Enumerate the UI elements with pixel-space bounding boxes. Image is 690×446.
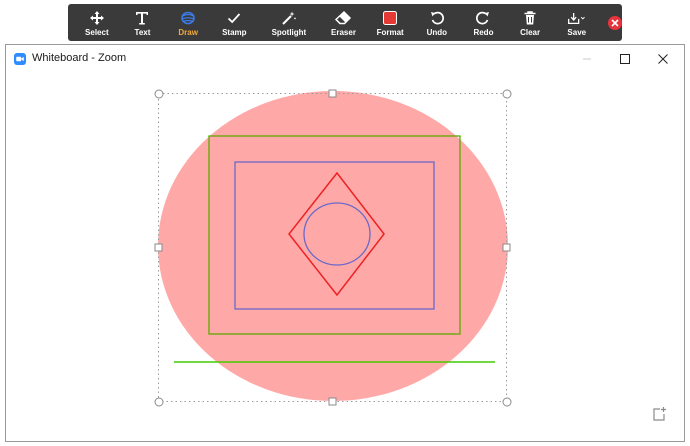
- large-pink-ellipse[interactable]: [158, 91, 508, 401]
- color-swatch-icon: [380, 9, 400, 27]
- window-close-icon: [658, 54, 668, 64]
- eraser-icon: [333, 9, 353, 27]
- magic-wand-icon: [279, 9, 299, 27]
- save-download-icon: [567, 9, 587, 27]
- eraser-tool-button[interactable]: Eraser: [320, 4, 367, 41]
- text-tool-label: Text: [134, 28, 151, 37]
- move-arrows-icon: [87, 9, 107, 27]
- resize-handle-top[interactable]: [328, 89, 337, 98]
- zoom-camera-icon: [14, 52, 26, 65]
- maximize-icon: [620, 54, 630, 64]
- window-close-button[interactable]: [644, 45, 682, 73]
- text-tool-button[interactable]: Text: [120, 4, 166, 41]
- draw-tool-label: Draw: [178, 28, 198, 37]
- maximize-button[interactable]: [606, 45, 644, 73]
- close-icon: [611, 18, 619, 27]
- rotate-handle-bottom-right[interactable]: [502, 397, 512, 407]
- save-label: Save: [567, 28, 587, 37]
- rotate-handle-bottom-left[interactable]: [154, 397, 164, 407]
- resize-handle-bottom[interactable]: [328, 397, 337, 406]
- close-annotation-button[interactable]: [608, 15, 622, 30]
- undo-label: Undo: [426, 28, 448, 37]
- text-t-icon: [132, 9, 152, 27]
- undo-button[interactable]: Undo: [413, 4, 460, 41]
- draw-tool-button[interactable]: Draw: [165, 4, 211, 41]
- whiteboard-window: Whiteboard - Zoom: [5, 44, 685, 442]
- new-whiteboard-icon[interactable]: [651, 406, 667, 422]
- clear-label: Clear: [520, 28, 541, 37]
- resize-handle-left[interactable]: [154, 243, 163, 252]
- redo-label: Redo: [473, 28, 494, 37]
- undo-icon: [427, 9, 447, 27]
- redo-icon: [473, 9, 493, 27]
- whiteboard-canvas[interactable]: [6, 73, 684, 441]
- save-button[interactable]: Save: [553, 4, 600, 41]
- stamp-tool-label: Stamp: [222, 28, 247, 37]
- trash-icon: [520, 9, 540, 27]
- window-title: Whiteboard - Zoom: [32, 52, 127, 64]
- draw-scribble-icon: [178, 9, 198, 27]
- spotlight-tool-label: Spotlight: [271, 28, 307, 37]
- spotlight-tool-button[interactable]: Spotlight: [258, 4, 321, 41]
- redo-button[interactable]: Redo: [460, 4, 507, 41]
- format-tool-label: Format: [376, 28, 404, 37]
- annotation-toolbar: Select Text Draw Stamp Spotlight Eraser: [68, 4, 622, 41]
- rotate-handle-top-left[interactable]: [154, 89, 164, 99]
- select-tool-button[interactable]: Select: [74, 4, 120, 41]
- format-tool-button[interactable]: Format: [367, 4, 414, 41]
- window-titlebar[interactable]: Whiteboard - Zoom: [6, 45, 684, 73]
- stamp-tool-button[interactable]: Stamp: [211, 4, 258, 41]
- clear-button[interactable]: Clear: [507, 4, 554, 41]
- eraser-tool-label: Eraser: [331, 28, 356, 37]
- checkmark-icon: [224, 9, 244, 27]
- resize-handle-right[interactable]: [502, 243, 511, 252]
- minimize-icon: [583, 58, 591, 60]
- rotate-handle-top-right[interactable]: [502, 89, 512, 99]
- minimize-button[interactable]: [568, 45, 606, 73]
- select-tool-label: Select: [85, 28, 109, 37]
